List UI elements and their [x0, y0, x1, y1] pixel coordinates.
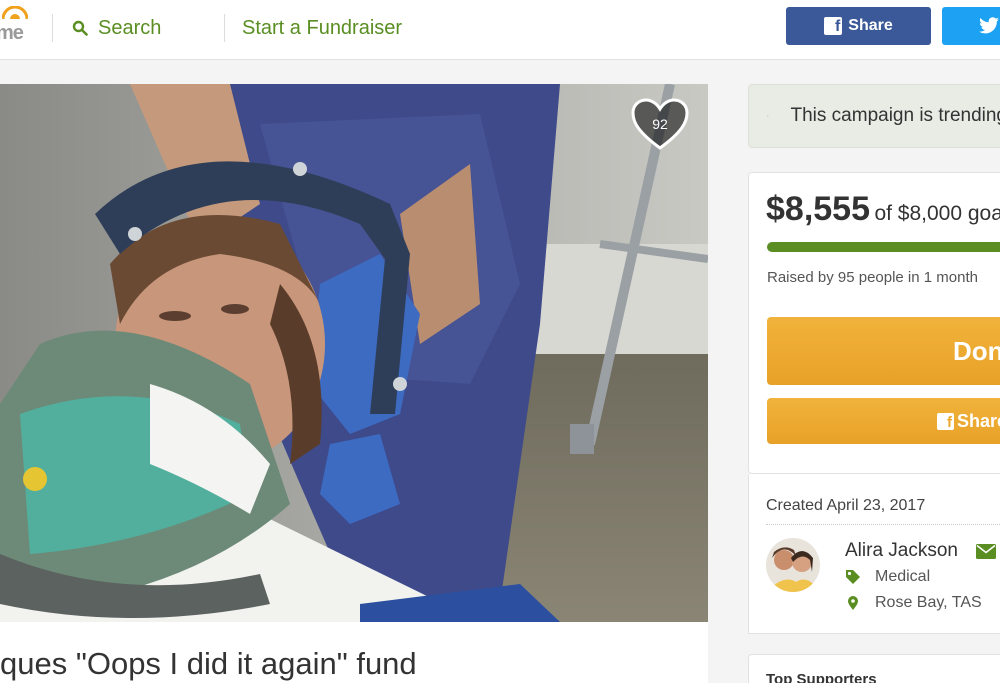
location-row: Rose Bay, TAS — [845, 594, 982, 612]
facebook-icon: f — [824, 17, 843, 35]
avatar-image — [766, 538, 820, 592]
category-row[interactable]: Medical — [845, 568, 930, 586]
search-link[interactable]: Search — [72, 15, 161, 41]
raised-goal: of $8,000 goal — [874, 202, 1000, 225]
trend-icon — [767, 115, 769, 117]
donate-label: Donate Now — [953, 335, 1000, 366]
twitter-share-button[interactable] — [942, 7, 1000, 45]
category-label: Medical — [875, 568, 931, 585]
trending-text: This campaign is trending — [790, 105, 1000, 126]
top-supporters-title: Top Supporters — [766, 671, 877, 683]
divider — [766, 524, 1000, 525]
created-date: Created April 23, 2017 — [766, 497, 926, 514]
logo-text: me — [0, 22, 24, 44]
nav-divider — [224, 14, 225, 42]
organizer-avatar[interactable] — [766, 538, 820, 592]
raised-summary: $8,555 of $8,000 goal — [766, 190, 1000, 229]
trending-banner: This campaign is trending — [748, 84, 1000, 148]
campaign-photo[interactable] — [0, 84, 708, 622]
campaign-title: ques "Oops I did it again" fund — [0, 646, 417, 681]
share-label: Share — [848, 17, 893, 34]
twitter-icon — [979, 17, 999, 34]
raised-amount: $8,555 — [766, 190, 870, 228]
location-label: Rose Bay, TAS — [875, 594, 982, 611]
search-icon — [72, 20, 88, 36]
search-label: Search — [98, 16, 162, 39]
donate-button[interactable]: Donate Now — [767, 317, 1000, 385]
map-pin-icon — [848, 596, 858, 610]
share-button[interactable]: f Share — [767, 398, 1000, 444]
raised-by-text: Raised by 95 people in 1 month — [767, 269, 978, 286]
progress-bar — [767, 242, 1000, 252]
heart-count: 92 — [652, 116, 668, 132]
start-fundraiser-label: Start a Fundraiser — [242, 16, 403, 39]
progress-fill — [767, 242, 1000, 252]
mail-icon[interactable] — [976, 544, 996, 559]
nav-divider — [52, 14, 53, 42]
share-label: Share — [956, 410, 1000, 431]
tag-icon — [846, 570, 860, 584]
campaign-photo-illustration — [0, 84, 708, 622]
organizer-name[interactable]: Alira Jackson — [845, 540, 958, 562]
facebook-icon: f — [937, 412, 954, 430]
logo-sun-icon — [2, 6, 28, 20]
start-fundraiser-link[interactable]: Start a Fundraiser — [242, 15, 402, 41]
top-navigation-bar: me Search Start a Fundraiser f Share — [0, 0, 1000, 60]
gofundme-logo[interactable]: me — [0, 4, 36, 44]
facebook-share-button[interactable]: f Share — [786, 7, 931, 45]
